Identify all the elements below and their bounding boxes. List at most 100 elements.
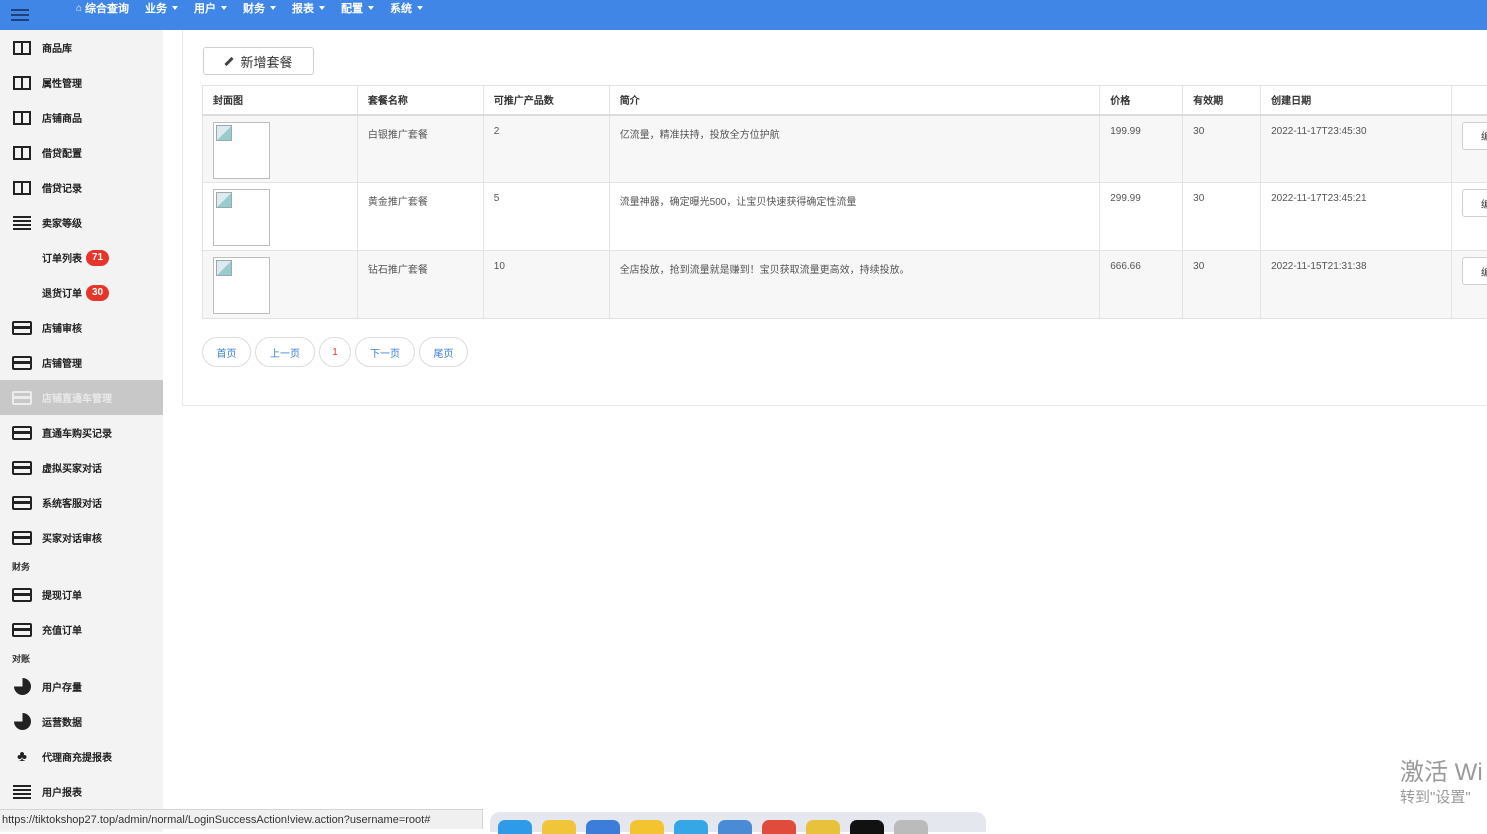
count-cell: 10 — [483, 251, 609, 319]
caret-down-icon — [270, 6, 276, 10]
card-icon — [12, 531, 32, 545]
sidebar-item[interactable]: 借贷记录 — [0, 170, 163, 205]
table-row: 黄金推广套餐5流量神器，确定曝光500，让宝贝快速获得确定性流量299.9930… — [203, 183, 1487, 251]
created-cell: 2022-11-17T23:45:30 — [1261, 115, 1452, 183]
list-icon — [12, 216, 32, 230]
created-cell: 2022-11-15T21:31:38 — [1261, 251, 1452, 319]
sidebar-item[interactable]: 直通车购买记录 — [0, 415, 163, 450]
sidebar-item-label: 系统客服对话 — [42, 495, 102, 510]
sidebar-item[interactable]: 退货订单30 — [0, 275, 163, 310]
book-icon — [12, 181, 32, 195]
sidebar-item-label: 店铺审核 — [42, 320, 82, 335]
sidebar-item[interactable]: 买家对话审核 — [0, 520, 163, 555]
sidebar-item[interactable]: 商品库 — [0, 30, 163, 65]
card-icon — [12, 623, 32, 637]
sitemap-icon: ♣ — [12, 750, 32, 764]
sidebar-item[interactable]: 店铺审核 — [0, 310, 163, 345]
card-icon — [12, 588, 32, 602]
sidebar-item[interactable]: 店铺管理 — [0, 345, 163, 380]
current-page-button[interactable]: 1 — [319, 337, 351, 367]
sidebar-item-label: 买家对话审核 — [42, 530, 102, 545]
sidebar-item-label: 订单列表 — [42, 250, 82, 265]
sidebar-item-label: 提现订单 — [42, 587, 82, 602]
col-price: 价格 — [1100, 86, 1183, 115]
topnav-item[interactable]: 业务 — [137, 0, 186, 23]
cover-image — [213, 189, 270, 246]
next-page-button[interactable]: 下一页 — [355, 337, 415, 367]
activation-watermark: 激活 Wi 转到"设置" — [1400, 758, 1483, 808]
sidebar-item[interactable]: 提现订单 — [0, 577, 163, 612]
price-cell: 299.99 — [1100, 183, 1183, 251]
count-badge: 71 — [86, 250, 109, 266]
status-url-bar: https://tiktokshop27.top/admin/normal/Lo… — [0, 809, 483, 829]
sidebar-item[interactable]: 运营数据 — [0, 704, 163, 739]
edit-button[interactable]: 编 — [1462, 257, 1487, 285]
first-page-button[interactable]: 首页 — [202, 337, 251, 367]
prev-page-button[interactable]: 上一页 — [255, 337, 315, 367]
topnav-item[interactable]: 配置 — [333, 0, 382, 23]
intro-cell: 亿流量，精准扶持，投放全方位护航 — [609, 115, 1100, 183]
sidebar-item[interactable]: 虚拟买家对话 — [0, 450, 163, 485]
topnav-item[interactable]: 系统 — [382, 0, 431, 23]
sidebar-item-label: 店铺直通车管理 — [42, 390, 112, 405]
sidebar-item[interactable]: 订单列表 71 — [0, 240, 163, 275]
sidebar-item[interactable]: 卖家等级 — [0, 205, 163, 240]
add-package-button[interactable]: 新增套餐 — [203, 47, 314, 75]
top-nav: ⌂综合查询业务用户财务 报表 配置系统 — [68, 0, 431, 30]
edit-button[interactable]: 编 — [1462, 189, 1487, 217]
topnav-item[interactable]: ⌂综合查询 — [68, 0, 137, 23]
sidebar-section-label: 对账 — [0, 647, 163, 669]
menu-toggle-icon[interactable] — [0, 0, 40, 30]
topnav-label: 报表 — [292, 0, 314, 16]
cover-cell — [203, 183, 358, 251]
taskbar-dock — [490, 812, 986, 832]
card-icon — [12, 356, 32, 370]
sidebar-item[interactable]: 充值订单 — [0, 612, 163, 647]
sidebar-item-label: 店铺管理 — [42, 355, 82, 370]
sidebar-item-label: 用户报表 — [42, 784, 82, 799]
caret-down-icon — [172, 6, 178, 10]
topnav-item[interactable]: 用户 — [186, 0, 235, 23]
count-cell: 5 — [483, 183, 609, 251]
validity-cell: 30 — [1183, 251, 1261, 319]
cover-image — [213, 257, 270, 314]
cover-image — [213, 122, 270, 179]
pie-icon — [12, 680, 32, 694]
sidebar-item[interactable]: 用户报表 — [0, 774, 163, 809]
sidebar-item-label: 属性管理 — [42, 75, 82, 90]
sidebar-item[interactable]: 借贷配置 — [0, 135, 163, 170]
add-package-label: 新增套餐 — [240, 52, 292, 71]
sidebar-item[interactable]: 店铺直通车管理 — [0, 380, 163, 415]
home-icon: ⌂ — [76, 3, 82, 14]
last-page-button[interactable]: 尾页 — [419, 337, 468, 367]
sidebar-item[interactable]: 系统客服对话 — [0, 485, 163, 520]
name-cell: 钻石推广套餐 — [357, 251, 483, 319]
sidebar-item[interactable]: 店铺商品 — [0, 100, 163, 135]
sidebar-item[interactable]: 属性管理 — [0, 65, 163, 100]
sidebar-item-label: 卖家等级 — [42, 215, 82, 230]
topnav-label: 财务 — [243, 0, 265, 16]
caret-down-icon — [221, 6, 227, 10]
sidebar-item-label: 代理商充提报表 — [42, 749, 112, 764]
edit-button[interactable]: 编 — [1462, 122, 1487, 150]
validity-cell: 30 — [1183, 115, 1261, 183]
card-icon — [12, 426, 32, 440]
sidebar-item-label: 直通车购买记录 — [42, 425, 112, 440]
col-ops — [1451, 86, 1487, 115]
sidebar-item[interactable]: 用户存量 — [0, 669, 163, 704]
topnav-label: 综合查询 — [85, 0, 129, 16]
topnav-item[interactable]: 财务 — [235, 0, 284, 23]
count-badge: 30 — [86, 285, 109, 301]
sidebar-item-label: 借贷配置 — [42, 145, 82, 160]
col-count: 可推广产品数 — [483, 86, 609, 115]
sidebar-item-label: 用户存量 — [42, 679, 82, 694]
sidebar-item[interactable]: ♣ 代理商充提报表 — [0, 739, 163, 774]
topnav-label: 系统 — [390, 0, 412, 16]
ops-cell: 编 — [1451, 115, 1487, 183]
book-icon — [12, 41, 32, 55]
sidebar: 商品库属性管理店铺商品借贷配置借贷记录卖家等级订单列表 71 退货订单30 店铺审核店… — [0, 30, 163, 832]
col-intro: 简介 — [609, 86, 1100, 115]
topnav-item[interactable]: 报表 — [284, 0, 333, 23]
sidebar-item-label: 虚拟买家对话 — [42, 460, 102, 475]
sidebar-item-label: 商品库 — [42, 40, 72, 55]
